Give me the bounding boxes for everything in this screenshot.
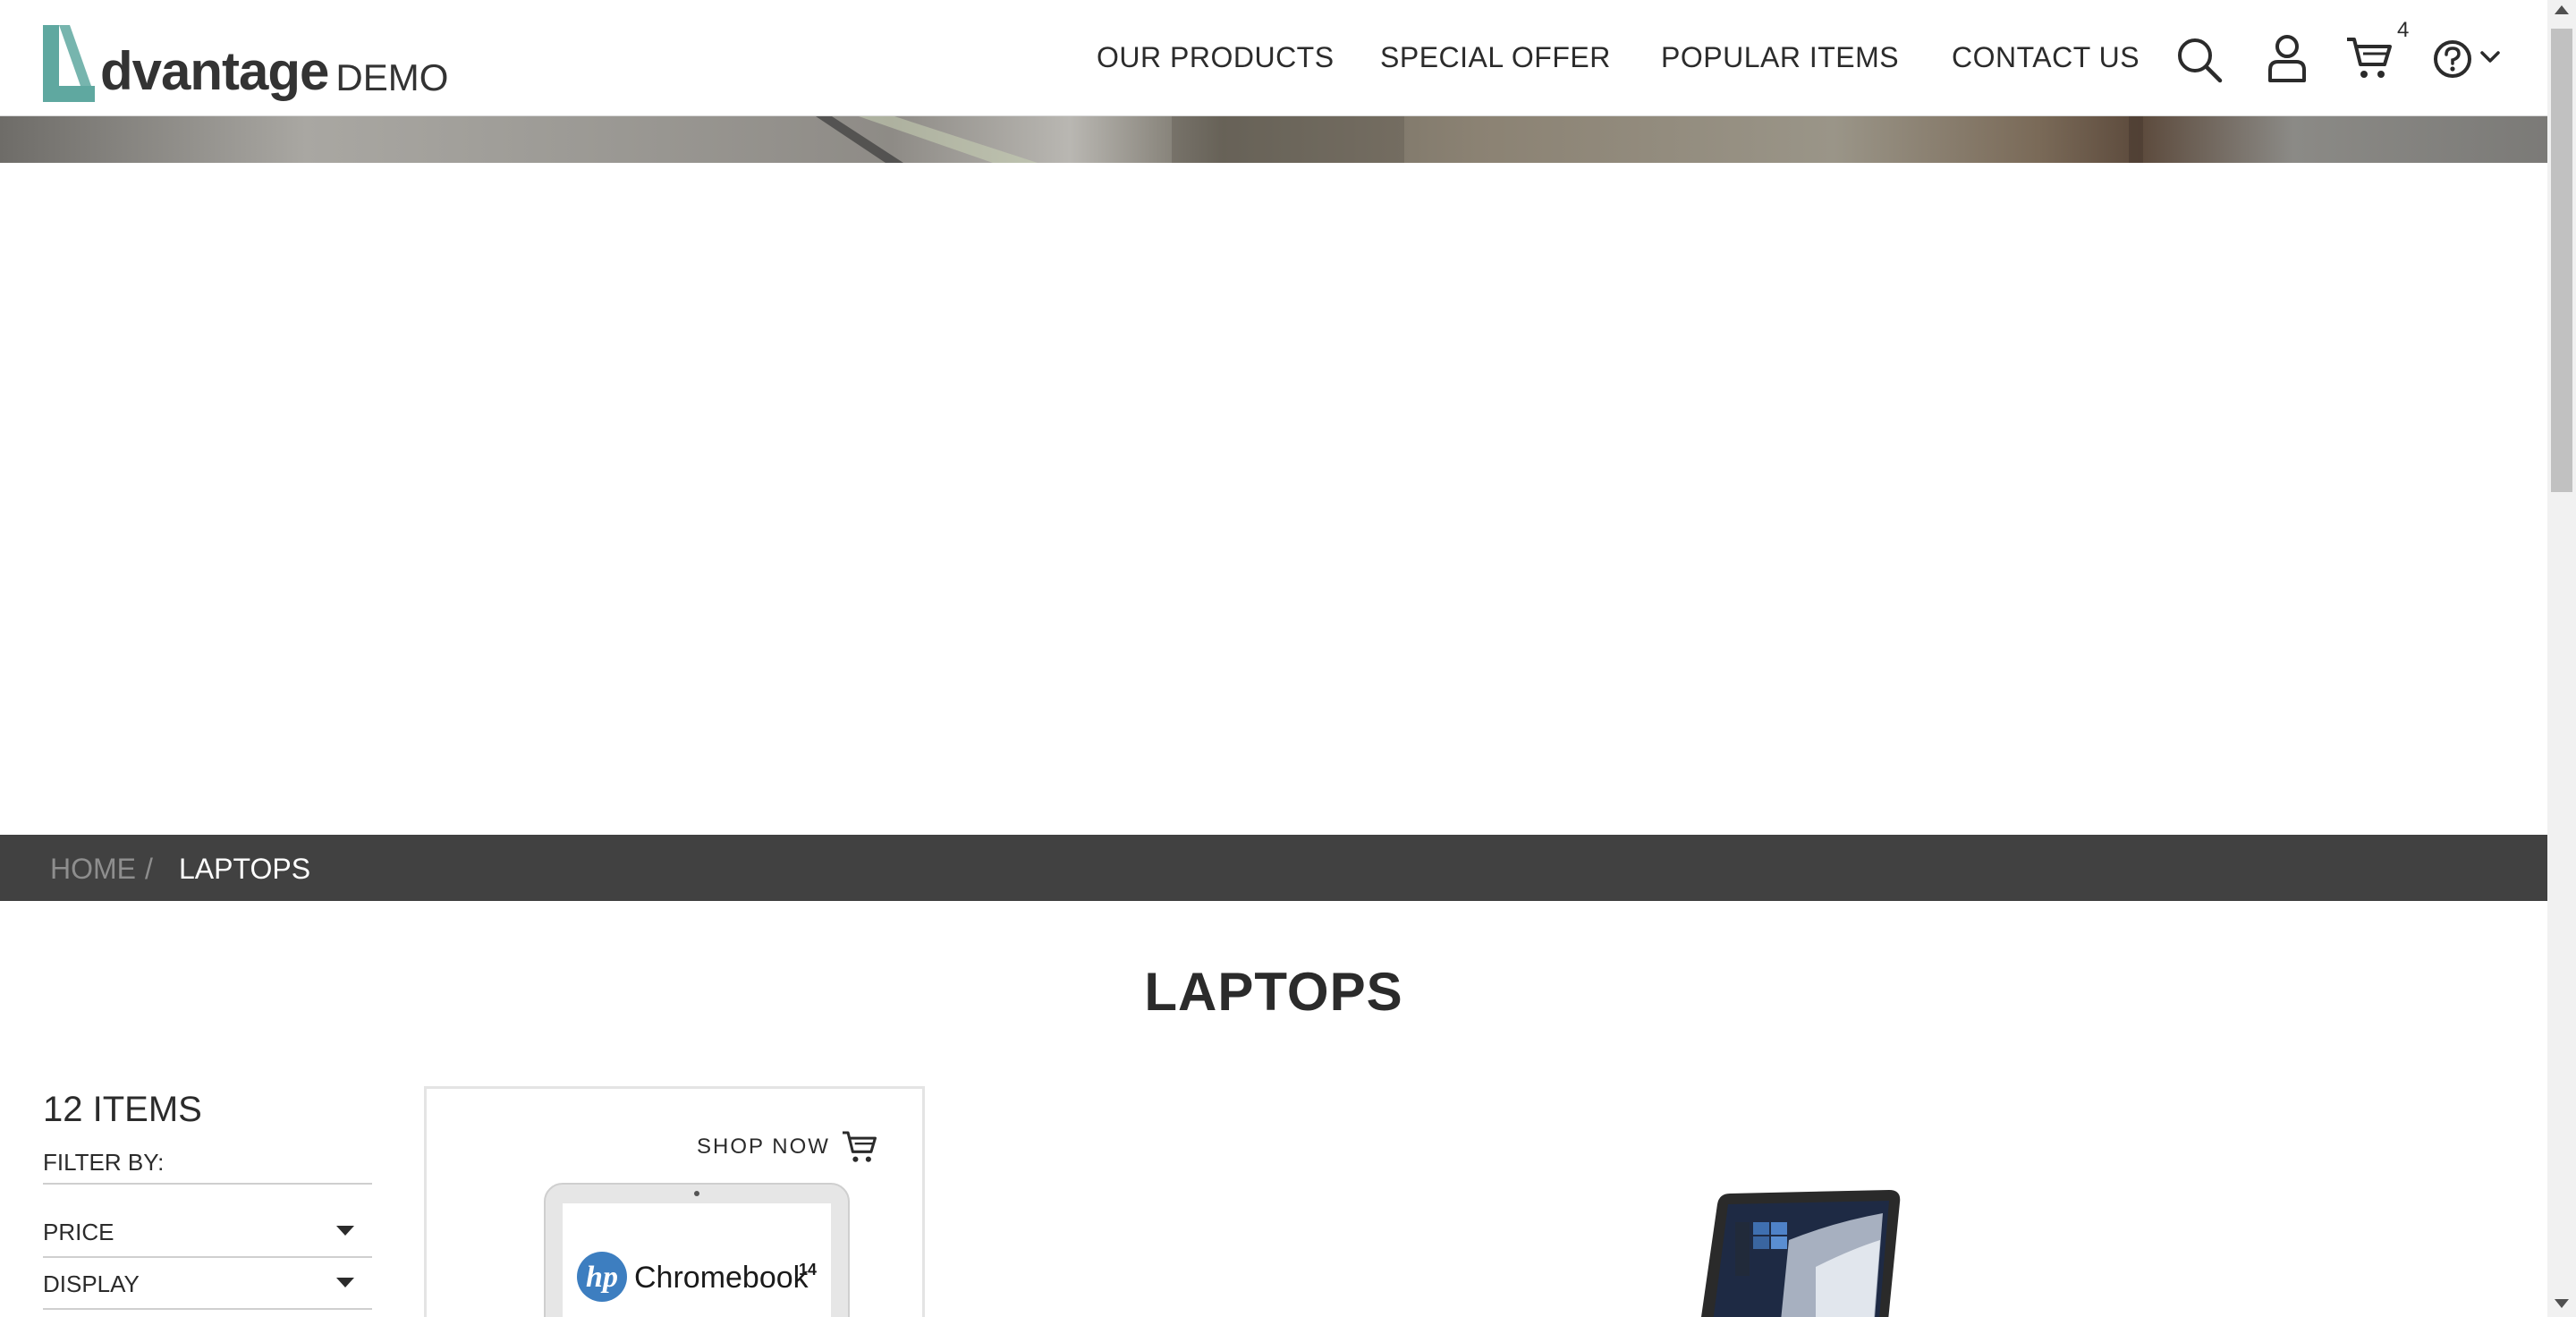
caret-down-icon [336,1226,354,1236]
user-icon[interactable] [2267,34,2308,82]
shop-now-button[interactable]: SHOP NOW [697,1130,878,1164]
filter-display-label: DISPLAY [43,1270,140,1297]
page: dvantage DEMO OUR PRODUCTS SPECIAL OFFER… [0,0,2547,1317]
filter-divider [43,1308,372,1310]
breadcrumb-home-link[interactable]: HOME [50,853,136,886]
product-image-text: Chromebook [634,1261,809,1295]
scrollbar[interactable] [2547,0,2576,1317]
caret-down-icon [336,1278,354,1287]
scroll-down-icon[interactable] [2555,1299,2569,1308]
nav-popular-items[interactable]: POPULAR ITEMS [1661,41,1899,74]
product-image[interactable] [1682,1186,1914,1317]
logo-text: dvantage [100,41,329,101]
filter-price-label: PRICE [43,1219,114,1245]
cart-icon[interactable] [2345,36,2394,81]
filter-by-label: FILTER BY: [43,1149,165,1176]
breadcrumb-current: LAPTOPS [179,853,311,885]
product-image[interactable]: hp Chromebook 14 [543,1182,851,1317]
breadcrumb: HOME / LAPTOPS [0,835,2547,901]
cart-count-badge: 4 [2397,18,2410,42]
product-card[interactable] [1485,1086,1986,1317]
chevron-down-icon[interactable] [2479,50,2501,64]
product-card[interactable]: SHOP NOW hp Chromebook 14 [424,1086,925,1317]
logo-suffix: DEMO [335,56,449,98]
breadcrumb-separator: / [145,853,153,885]
scroll-up-icon[interactable] [2555,5,2569,14]
product-image-sup: 14 [799,1261,817,1279]
page-title: LAPTOPS [1144,962,1403,1022]
help-icon[interactable] [2433,39,2472,79]
nav-our-products[interactable]: OUR PRODUCTS [1097,41,1335,74]
shop-now-label: SHOP NOW [697,1134,830,1159]
filter-display-toggle[interactable]: DISPLAY [43,1263,372,1306]
filter-price-toggle[interactable]: PRICE [43,1211,372,1254]
logo-mark-icon [43,25,95,102]
hp-logo-icon: hp [586,1261,618,1294]
logo[interactable]: dvantage DEMO [39,18,448,104]
nav-special-offer[interactable]: SPECIAL OFFER [1380,41,1611,74]
hero-banner-image [0,116,2547,163]
nav-contact-us[interactable]: CONTACT US [1952,41,2140,74]
scrollbar-thumb[interactable] [2551,29,2572,492]
cart-icon [842,1131,877,1162]
header: dvantage DEMO OUR PRODUCTS SPECIAL OFFER… [0,0,2547,116]
hero-decor [816,116,2143,163]
filter-divider [43,1183,372,1185]
items-count: 12 ITEMS [43,1090,202,1129]
filter-divider [43,1256,372,1258]
search-icon[interactable] [2175,36,2224,84]
